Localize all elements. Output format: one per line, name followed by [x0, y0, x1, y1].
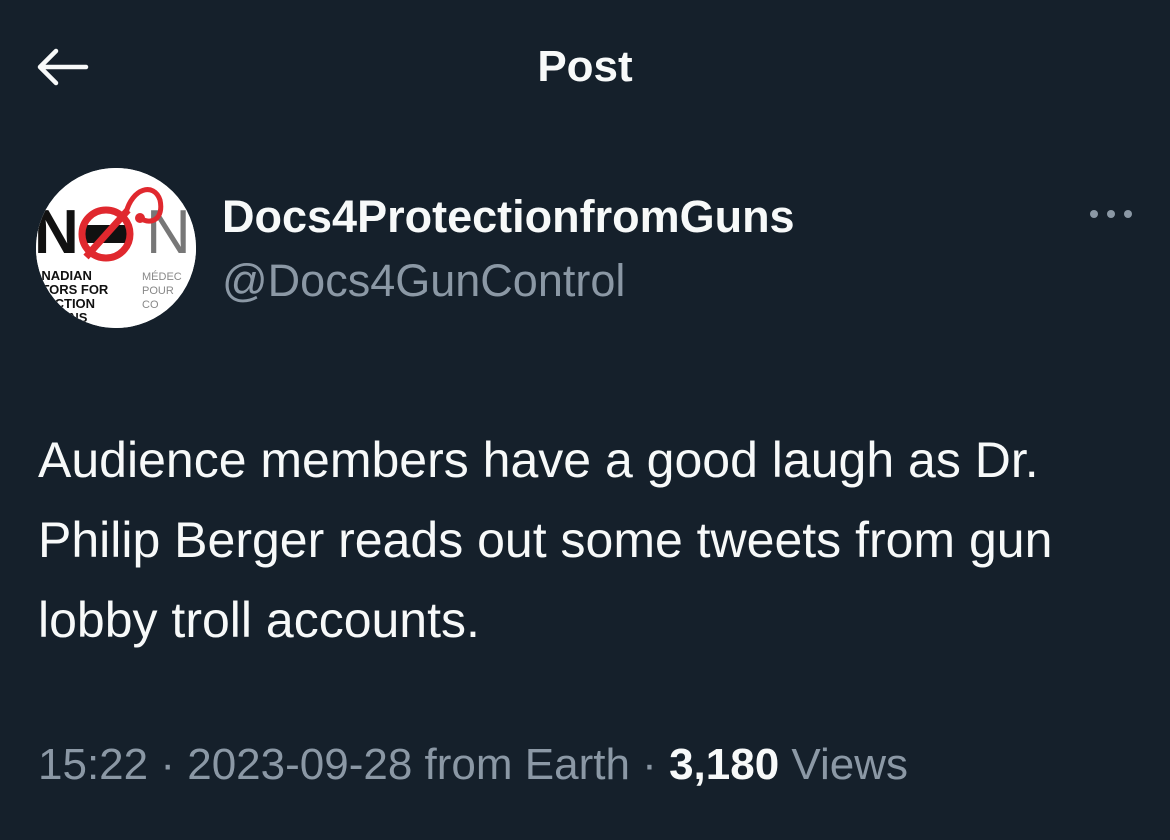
svg-text:N: N	[36, 198, 79, 267]
avatar[interactable]: N N ANADIAN CTORS FOR TECTION UNS MÉDEC …	[36, 168, 196, 328]
post-text: Audience members have a good laugh as Dr…	[38, 432, 1053, 648]
svg-text:N: N	[146, 198, 191, 267]
svg-text:POUR: POUR	[142, 285, 174, 297]
more-options-button[interactable]	[1076, 194, 1146, 234]
post-meta: 15:22 · 2023-09-28 from Earth · 3,180 Vi…	[38, 735, 908, 795]
meta-separator: ·	[642, 740, 657, 789]
more-horizontal-icon	[1090, 210, 1132, 218]
post-date[interactable]: 2023-09-28	[187, 740, 412, 789]
svg-text:TECTION: TECTION	[38, 296, 95, 311]
organization-logo: N N ANADIAN CTORS FOR TECTION UNS MÉDEC …	[36, 168, 196, 328]
views-count[interactable]: 3,180	[669, 740, 779, 789]
page-title: Post	[537, 42, 633, 91]
svg-text:UNS: UNS	[60, 310, 88, 325]
views-label[interactable]: Views	[791, 740, 908, 789]
post-time[interactable]: 15:22	[38, 740, 148, 789]
svg-text:MÉDEC: MÉDEC	[142, 270, 182, 283]
svg-text:ANADIAN: ANADIAN	[36, 268, 92, 283]
top-bar: Post	[0, 0, 1170, 135]
author-row: N N ANADIAN CTORS FOR TECTION UNS MÉDEC …	[36, 168, 1136, 333]
svg-text:CTORS FOR: CTORS FOR	[36, 282, 109, 297]
meta-separator: ·	[160, 740, 175, 789]
svg-text:CO: CO	[142, 299, 159, 311]
author-display-name[interactable]: Docs4ProtectionfromGuns	[222, 190, 795, 244]
post-source: from Earth	[424, 740, 630, 789]
author-handle[interactable]: @Docs4GunControl	[222, 254, 625, 308]
